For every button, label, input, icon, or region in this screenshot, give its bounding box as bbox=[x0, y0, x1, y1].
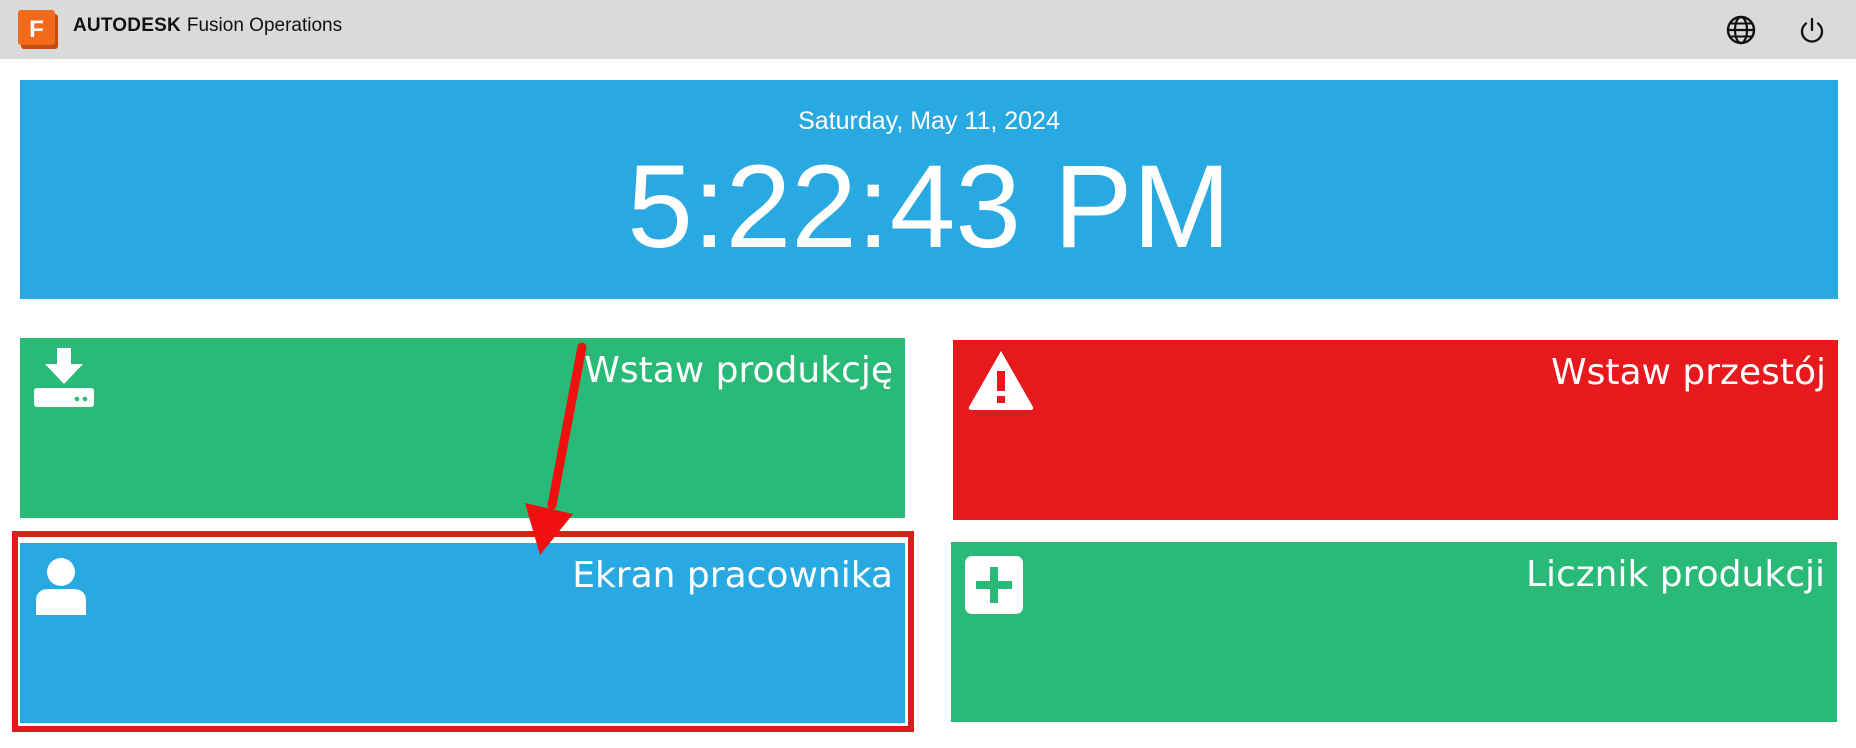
tile-worker-screen[interactable]: Ekran pracownika bbox=[20, 543, 905, 723]
power-icon[interactable] bbox=[1795, 13, 1829, 47]
tile-label: Licznik produkcji bbox=[1525, 554, 1825, 595]
tile-production-counter[interactable]: Licznik produkcji bbox=[951, 542, 1837, 722]
tile-label: Wstaw przestój bbox=[1550, 352, 1826, 393]
fusion-logo-icon: F bbox=[18, 10, 60, 50]
warning-icon bbox=[967, 349, 1035, 416]
clock-time: 5:22:43 PM bbox=[627, 141, 1231, 273]
logo-letter: F bbox=[29, 16, 44, 43]
brand-title: AUTODESK Fusion Operations bbox=[73, 15, 342, 37]
top-bar: F AUTODESK Fusion Operations bbox=[0, 0, 1856, 59]
brand-company: AUTODESK bbox=[73, 15, 181, 36]
clock-date: Saturday, May 11, 2024 bbox=[798, 107, 1060, 135]
clock-panel: Saturday, May 11, 2024 5:22:43 PM bbox=[20, 80, 1838, 299]
tile-insert-production[interactable]: Wstaw produkcję bbox=[20, 338, 905, 518]
plus-square-icon bbox=[965, 556, 1023, 619]
user-icon bbox=[34, 557, 88, 620]
tile-insert-downtime[interactable]: Wstaw przestój bbox=[953, 340, 1838, 520]
brand-product: Fusion Operations bbox=[186, 15, 343, 36]
tile-label: Wstaw produkcję bbox=[584, 350, 893, 391]
tile-label: Ekran pracownika bbox=[572, 555, 893, 596]
globe-icon[interactable] bbox=[1724, 13, 1758, 47]
download-tray-icon bbox=[32, 348, 96, 413]
